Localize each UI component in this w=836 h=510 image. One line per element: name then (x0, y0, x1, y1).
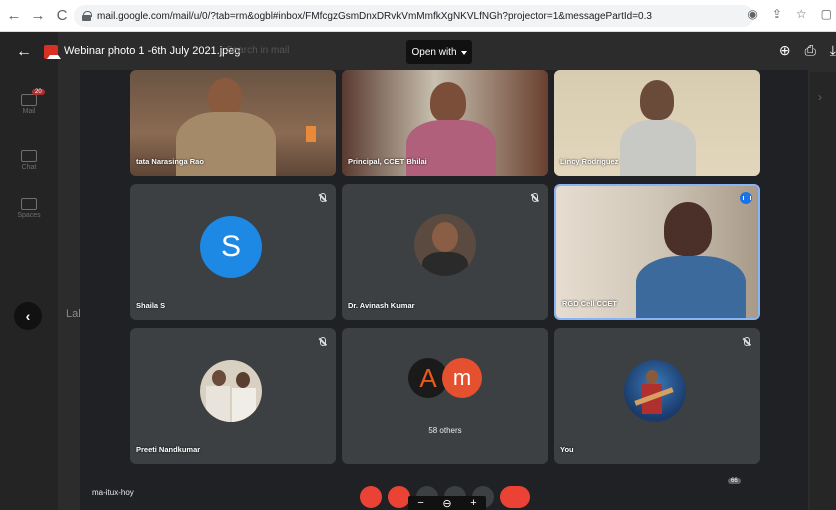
participant-tile: Lincy Rodriguez (554, 70, 760, 176)
avatar (200, 360, 262, 422)
open-with-button[interactable]: Open with (406, 40, 472, 64)
people-count-badge: 66 (728, 478, 741, 484)
collapse-chevron-button[interactable]: ‹ (14, 302, 42, 330)
meeting-photo: tata Narasinga Rao Principal, CCET Bhila… (80, 70, 808, 510)
spaces-icon (21, 198, 37, 210)
participant-tile: Principal, CCET Bhilai (342, 70, 548, 176)
avatar: m (442, 358, 482, 398)
reload-icon[interactable]: C (52, 6, 72, 26)
avatar (414, 214, 476, 276)
person-head (640, 80, 674, 120)
right-rail: › (810, 72, 836, 510)
bookmark-star-icon[interactable]: ☆ (796, 7, 807, 21)
flag (306, 126, 316, 142)
participant-name: tata Narasinga Rao (136, 157, 204, 166)
person-head (208, 78, 242, 116)
participant-tile: Preeti Nandkumar (130, 328, 336, 464)
mic-off-icon (319, 193, 326, 203)
zoom-reset-icon[interactable]: ⊖ (442, 497, 451, 510)
chat-icon (21, 150, 37, 162)
participant-name: Dr. Avinash Kumar (348, 301, 415, 310)
open-with-label: Open with (411, 46, 457, 58)
participant-tile: A m 58 others (342, 328, 548, 464)
person-body (636, 256, 746, 318)
sidebar-item-spaces[interactable]: Spaces (12, 198, 46, 219)
person-body (620, 120, 696, 176)
others-count-label: 58 others (428, 426, 462, 435)
mail-icon (21, 94, 37, 106)
participant-name: Shaila S (136, 301, 166, 310)
avatar (624, 360, 686, 422)
location-icon[interactable]: ◉ (747, 7, 757, 21)
image-viewer-toolbar: ← Webinar photo 1 -6th July 2021.jpeg Se… (0, 32, 836, 72)
chevron-right-icon[interactable]: › (818, 90, 822, 104)
person-body (406, 120, 496, 176)
sidebar-item-label: Spaces (17, 212, 41, 219)
end-call-button (500, 486, 530, 508)
mic-off-icon (743, 337, 750, 347)
participant-name: Preeti Nandkumar (136, 445, 201, 454)
address-bar[interactable]: mail.google.com/mail/u/0/?tab=rm&ogbl#in… (74, 5, 754, 27)
participant-name: Lincy Rodriguez (560, 157, 619, 166)
person-head (664, 202, 712, 256)
participant-tile: S Shaila S (130, 184, 336, 320)
share-icon[interactable]: ⇪ (772, 7, 782, 21)
active-speaker-tile: RGD Cell CCET (554, 184, 760, 320)
zoom-controls: − ⊖ + (408, 496, 486, 510)
participant-name: You (560, 445, 574, 454)
browser-toolbar: ← → C mail.google.com/mail/u/0/?tab=rm&o… (0, 0, 836, 32)
browser-actions: ◉ ⇪ ☆ ▢ (747, 7, 832, 21)
file-name: Webinar photo 1 -6th July 2021.jpeg (64, 45, 241, 57)
screenshot-root: ← → C mail.google.com/mail/u/0/?tab=rm&o… (0, 0, 836, 510)
mic-off-icon (531, 193, 538, 203)
zoom-in-button[interactable]: + (470, 497, 476, 509)
mail-count-badge: 20 (32, 89, 45, 95)
close-viewer-icon[interactable]: ← (16, 43, 32, 61)
meeting-code: ma-itux-hoy (92, 488, 134, 497)
sidebar-item-label: Mail (22, 108, 36, 115)
chevron-down-icon (460, 50, 467, 55)
print-icon[interactable]: ⎙ (805, 42, 816, 59)
back-arrow-icon[interactable]: ← (4, 6, 24, 26)
add-to-drive-icon[interactable]: ⊕ (779, 42, 791, 59)
mic-off-button (360, 486, 382, 508)
person-body (176, 112, 276, 176)
camera-off-button (388, 486, 410, 508)
participant-name: Principal, CCET Bhilai (348, 157, 427, 166)
avatar: S (200, 216, 262, 278)
sidebar-item-label: Chat (21, 164, 37, 171)
participant-tile: Dr. Avinash Kumar (342, 184, 548, 320)
participant-tile: You (554, 328, 760, 464)
mic-off-icon (319, 337, 326, 347)
sidebar-item-mail[interactable]: 20 Mail (12, 89, 46, 115)
gmail-sidebar: 20 Mail Chat Spaces ‹ (0, 32, 58, 510)
forward-arrow-icon[interactable]: → (28, 6, 48, 26)
url-text: mail.google.com/mail/u/0/?tab=rm&ogbl#in… (97, 10, 652, 22)
image-file-icon (44, 45, 61, 59)
sidebar-item-chat[interactable]: Chat (12, 150, 46, 171)
participant-name: RGD Cell CCET (562, 299, 618, 308)
partial-text: Lal (66, 308, 81, 320)
speaking-indicator-icon (740, 192, 752, 204)
viewer-actions: ⊕ ⎙ ⤓ (779, 42, 836, 59)
participant-tile: tata Narasinga Rao (130, 70, 336, 176)
window-icon[interactable]: ▢ (821, 7, 832, 21)
lock-icon (82, 11, 92, 21)
zoom-out-button[interactable]: − (417, 497, 423, 509)
search-placeholder: Search in mail (226, 45, 290, 56)
download-icon[interactable]: ⤓ (830, 42, 836, 59)
person-head (430, 82, 466, 122)
